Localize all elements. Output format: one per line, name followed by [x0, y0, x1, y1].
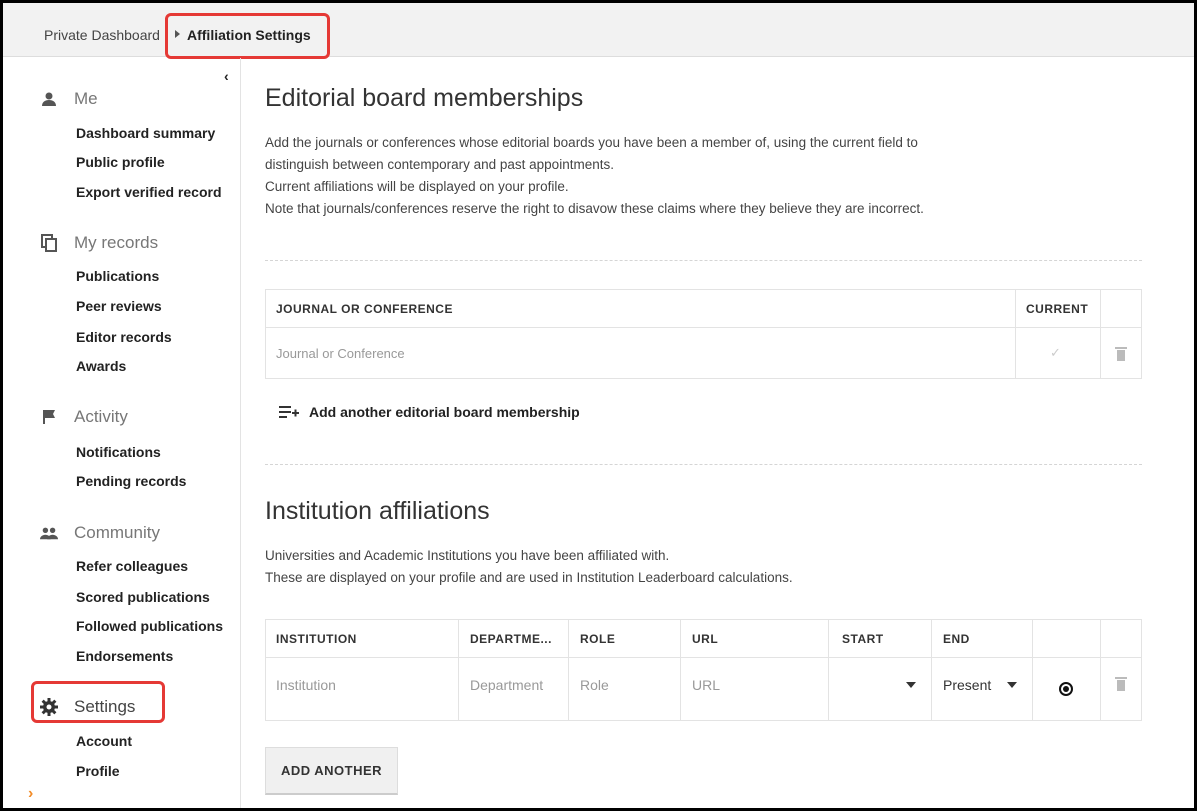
table-header-divider: [265, 327, 1142, 328]
person-icon: [40, 90, 58, 108]
description-line: Universities and Academic Institutions y…: [265, 548, 670, 563]
add-another-button[interactable]: ADD ANOTHER: [265, 747, 398, 795]
sidebar-item-endorsements[interactable]: Endorsements: [76, 648, 173, 664]
people-icon: [40, 524, 58, 542]
add-editorial-label: Add another editorial board membership: [309, 404, 580, 420]
sidebar-item-refer-colleagues[interactable]: Refer colleagues: [76, 558, 188, 574]
url-input[interactable]: URL: [692, 677, 720, 693]
table-col-divider: [1015, 289, 1016, 379]
sidebar-item-export-verified-record[interactable]: Export verified record: [76, 184, 222, 200]
trash-icon[interactable]: [1115, 677, 1127, 691]
sidebar-item-dashboard-summary[interactable]: Dashboard summary: [76, 125, 215, 141]
sidebar-section-my-records[interactable]: My records: [40, 233, 158, 253]
sidebar-item-profile[interactable]: Profile: [76, 763, 120, 779]
description-line: Current affiliations will be displayed o…: [265, 179, 569, 194]
sidebar-item-notifications[interactable]: Notifications: [76, 444, 161, 460]
section-divider: [265, 464, 1142, 465]
table-col-divider: [1100, 619, 1101, 721]
table-col-divider: [458, 619, 459, 721]
table-col-divider: [931, 619, 932, 721]
table-col-divider: [568, 619, 569, 721]
end-chevron-down-icon[interactable]: [1007, 682, 1017, 688]
sidebar-section-label: Me: [74, 89, 98, 108]
institution-description: Universities and Academic Institutions y…: [265, 545, 1145, 589]
institution-section-title: Institution affiliations: [265, 497, 490, 525]
sidebar-item-public-profile[interactable]: Public profile: [76, 154, 165, 170]
description-line: Add the journals or conferences whose ed…: [265, 135, 918, 150]
flag-icon: [40, 408, 58, 426]
checkmark-icon[interactable]: ✓: [1050, 345, 1061, 361]
table-col-divider: [680, 619, 681, 721]
copy-icon: [40, 234, 58, 252]
sidebar-item-account[interactable]: Account: [76, 733, 132, 749]
highlight-settings: [31, 681, 165, 723]
section-divider: [265, 260, 1142, 261]
role-input[interactable]: Role: [580, 677, 609, 693]
trash-icon[interactable]: [1115, 347, 1127, 361]
editorial-section-title: Editorial board memberships: [265, 84, 584, 112]
col-header-end: END: [943, 632, 970, 646]
sidebar-section-label: Community: [74, 523, 160, 542]
end-select[interactable]: Present: [943, 677, 991, 693]
sidebar-item-awards[interactable]: Awards: [76, 358, 126, 374]
description-line: distinguish between contemporary and pas…: [265, 157, 614, 172]
col-header-department: DEPARTME...: [470, 632, 552, 646]
expand-more-icon[interactable]: ›: [28, 785, 33, 803]
sidebar-section-me[interactable]: Me: [40, 89, 98, 109]
department-input[interactable]: Department: [470, 677, 543, 693]
col-header-current: CURRENT: [1026, 302, 1089, 316]
table-col-divider: [1032, 619, 1033, 721]
sidebar-section-community[interactable]: Community: [40, 523, 160, 543]
sidebar-item-followed-publications[interactable]: Followed publications: [76, 618, 223, 634]
sidebar-item-editor-records[interactable]: Editor records: [76, 329, 172, 345]
col-header-start: START: [842, 632, 884, 646]
description-line: Note that journals/conferences reserve t…: [265, 201, 924, 216]
start-chevron-down-icon[interactable]: [906, 682, 916, 688]
playlist-add-icon: [279, 405, 299, 419]
sidebar-item-pending-records[interactable]: Pending records: [76, 473, 186, 489]
description-line: These are displayed on your profile and …: [265, 570, 793, 585]
col-header-journal: JOURNAL OR CONFERENCE: [276, 302, 453, 316]
table-header-divider: [265, 657, 1142, 658]
current-radio[interactable]: [1059, 682, 1073, 696]
sidebar-section-label: Activity: [74, 407, 128, 426]
highlight-breadcrumb: [165, 13, 330, 59]
sidebar-item-peer-reviews[interactable]: Peer reviews: [76, 298, 162, 314]
sidebar-item-scored-publications[interactable]: Scored publications: [76, 589, 210, 605]
col-header-url: URL: [692, 632, 719, 646]
table-col-divider: [1100, 289, 1101, 379]
add-editorial-membership-link[interactable]: Add another editorial board membership: [279, 404, 580, 420]
sidebar-item-publications[interactable]: Publications: [76, 268, 159, 284]
table-col-divider: [828, 619, 829, 721]
sidebar-section-label: My records: [74, 233, 159, 252]
institution-input[interactable]: Institution: [276, 677, 336, 693]
col-header-institution: INSTITUTION: [276, 632, 357, 646]
journal-input[interactable]: Journal or Conference: [276, 346, 405, 361]
col-header-role: ROLE: [580, 632, 616, 646]
sidebar-collapse-icon[interactable]: ‹: [224, 68, 229, 84]
sidebar-section-activity[interactable]: Activity: [40, 407, 128, 427]
breadcrumb-home-link[interactable]: Private Dashboard: [44, 27, 160, 43]
editorial-description: Add the journals or conferences whose ed…: [265, 132, 1145, 220]
